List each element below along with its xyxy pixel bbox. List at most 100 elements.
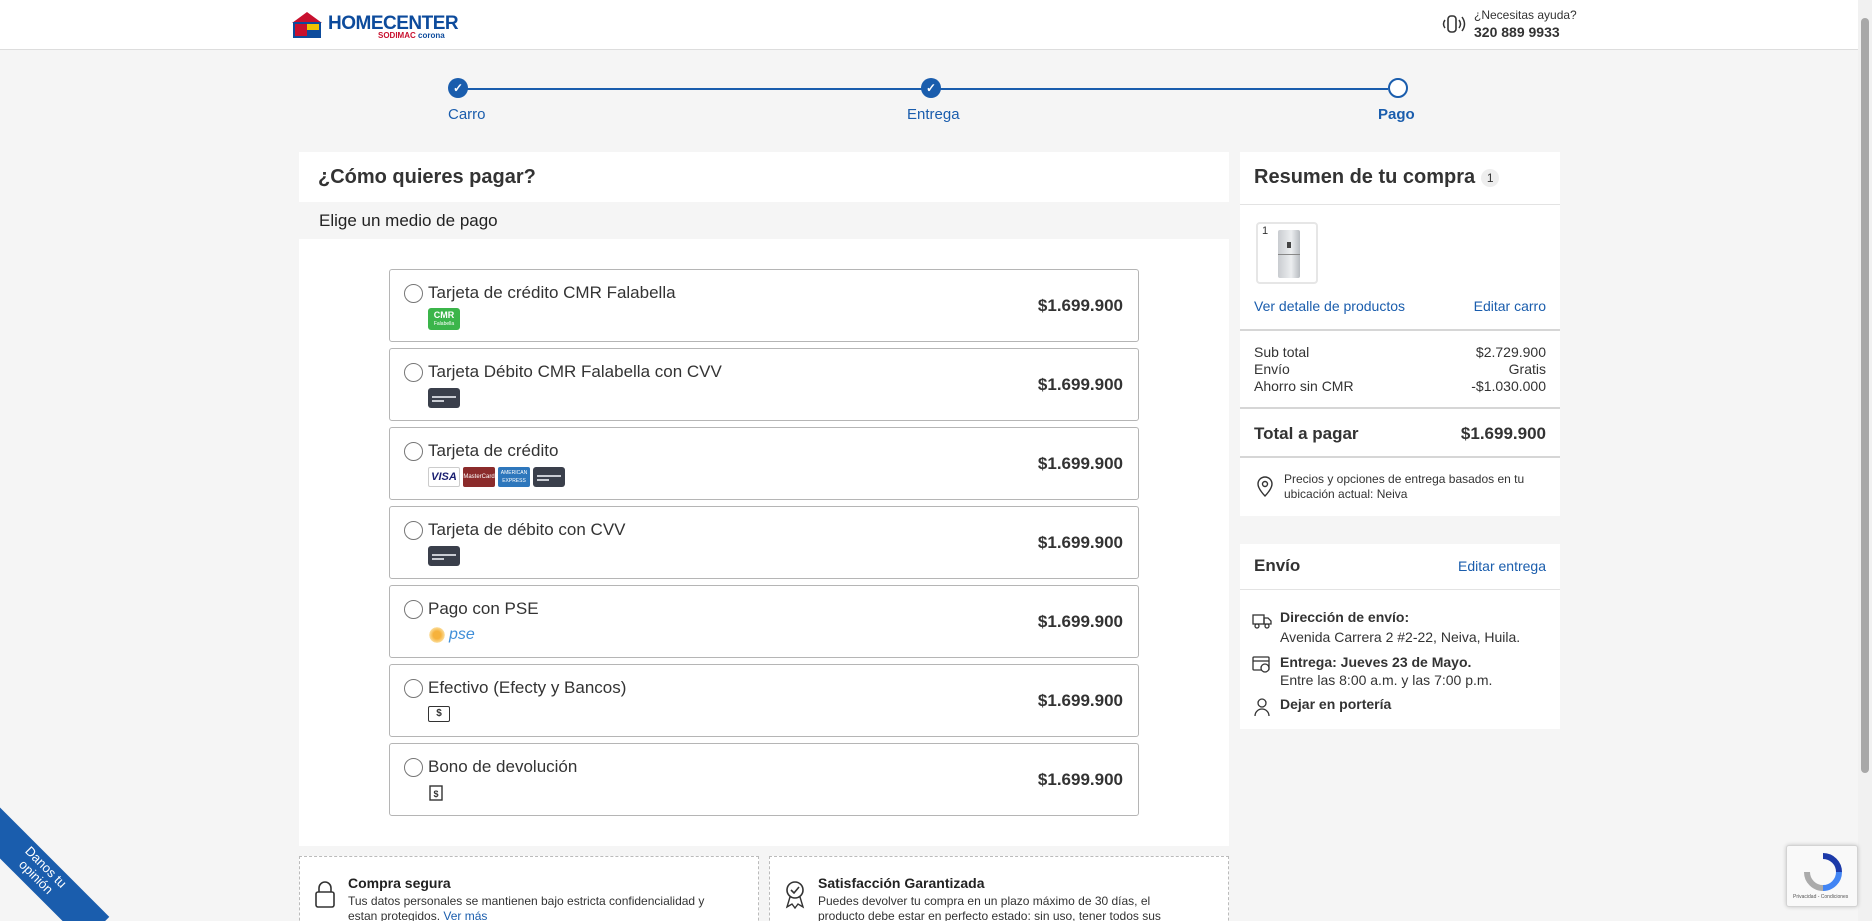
- subtotal-label: Sub total: [1254, 344, 1310, 360]
- logo-subbrand-sodimac: SODIMAC: [378, 31, 416, 40]
- logo-subbrand-corona: corona: [418, 31, 445, 40]
- feedback-ribbon[interactable]: Danos tu opinión: [0, 803, 110, 921]
- payment-subtitle: Elige un medio de pago: [319, 211, 498, 230]
- location-note: Precios y opciones de entrega basados en…: [1284, 472, 1554, 502]
- divider: [1240, 456, 1560, 458]
- help-phone-number[interactable]: 320 889 9933: [1474, 24, 1560, 40]
- person-icon: [1254, 698, 1270, 717]
- edit-cart-link[interactable]: Editar carro: [1474, 298, 1546, 314]
- savings-value: -$1.030.000: [1471, 378, 1546, 394]
- generic-card-icon: [533, 467, 565, 487]
- payment-option-debit-card[interactable]: Tarjeta de débito con CVV $1.699.900: [389, 506, 1139, 579]
- secure-purchase-title: Compra segura: [348, 875, 451, 891]
- summary-title: Resumen de tu compra 1: [1254, 166, 1500, 189]
- homecenter-logo[interactable]: HOMECENTER SODIMAC corona: [290, 11, 460, 40]
- divider: [1240, 329, 1560, 331]
- product-thumbnail[interactable]: 1: [1256, 222, 1318, 284]
- scrollbar-thumb[interactable]: [1861, 18, 1869, 773]
- truck-icon: [1252, 614, 1272, 629]
- phone-waves-icon: [1442, 15, 1466, 33]
- payment-option-price: $1.699.900: [1037, 454, 1123, 473]
- step-label-pago: Pago: [1378, 106, 1415, 123]
- voucher-icon: $: [429, 785, 443, 801]
- order-summary: Resumen de tu compra 1 1 Ver detalle de p…: [1240, 152, 1560, 516]
- calendar-clock-icon: [1252, 656, 1270, 673]
- cmr-icon-text: CMR: [433, 310, 455, 320]
- secure-purchase-text: Tus datos personales se mantienen bajo e…: [348, 894, 728, 921]
- house-logo-icon: [292, 12, 322, 38]
- subtotal-row: Sub total $2.729.900: [1254, 344, 1546, 360]
- step-pago-current-icon: [1388, 78, 1408, 98]
- secure-purchase-box: Compra segura Tus datos personales se ma…: [299, 856, 759, 921]
- location-city: Neiva: [1376, 487, 1408, 501]
- cash-icon: $: [428, 706, 450, 722]
- site-header: HOMECENTER SODIMAC corona ¿Necesitas ayu…: [0, 0, 1858, 50]
- shipping-row: Envío Gratis: [1254, 361, 1546, 377]
- step-label-entrega[interactable]: Entrega: [907, 106, 960, 123]
- badge-ribbon-icon: [785, 881, 805, 909]
- payment-option-label: Tarjeta de crédito CMR Falabella: [428, 283, 676, 302]
- generic-card-icon: [428, 388, 460, 408]
- payment-title-box: ¿Cómo quieres pagar?: [299, 152, 1229, 202]
- radio-button[interactable]: [404, 363, 423, 382]
- cmr-icon-subtext: Falabella: [433, 321, 455, 327]
- shipping-summary: Envío Editar entrega Dirección de envío:…: [1240, 544, 1560, 729]
- payment-option-label: Efectivo (Efecty y Bancos): [428, 678, 627, 697]
- summary-count-badge: 1: [1481, 168, 1500, 187]
- pse-icon: pse: [428, 624, 475, 646]
- payment-option-price: $1.699.900: [1037, 533, 1123, 552]
- summary-title-text: Resumen de tu compra: [1254, 166, 1476, 188]
- payment-option-label: Bono de devolución: [428, 757, 578, 776]
- recaptcha-terms[interactable]: Privacidad - Condiciones: [1793, 894, 1848, 900]
- see-more-link[interactable]: Ver más: [443, 909, 487, 921]
- payment-option-cmr-debit[interactable]: Tarjeta Débito CMR Falabella con CVV $1.…: [389, 348, 1139, 421]
- help-question: ¿Necesitas ayuda?: [1474, 8, 1577, 22]
- radio-button[interactable]: [404, 284, 423, 303]
- leave-at-reception: Dejar en portería: [1280, 696, 1392, 712]
- mastercard-icon: MasterCard: [463, 467, 495, 487]
- lock-icon: [315, 881, 335, 908]
- payment-option-voucher[interactable]: Bono de devolución $ $1.699.900: [389, 743, 1139, 816]
- recaptcha-logo-icon: [1804, 853, 1842, 891]
- radio-button[interactable]: [404, 600, 423, 619]
- step-carro-done-icon: ✓: [448, 78, 468, 98]
- shipping-label: Envío: [1254, 361, 1290, 377]
- shipping-title: Envío: [1254, 556, 1301, 575]
- payment-option-label: Tarjeta Débito CMR Falabella con CVV: [428, 362, 722, 381]
- visa-icon: VISA: [428, 467, 460, 487]
- payment-option-price: $1.699.900: [1037, 296, 1123, 315]
- divider: [1240, 407, 1560, 409]
- step-label-carro[interactable]: Carro: [448, 106, 486, 123]
- pse-wordmark: pse: [449, 626, 475, 643]
- radio-button[interactable]: [404, 679, 423, 698]
- payment-option-pse[interactable]: Pago con PSE pse $1.699.900: [389, 585, 1139, 658]
- payment-options-list: Tarjeta de crédito CMR Falabella CMR Fala…: [299, 239, 1229, 846]
- page-scrollbar[interactable]: [1858, 0, 1872, 921]
- location-pin-icon: [1257, 476, 1273, 497]
- shipping-value: Gratis: [1508, 361, 1546, 377]
- satisfaction-guarantee-box: Satisfacción Garantizada Puedes devolver…: [769, 856, 1229, 921]
- delivery-date: Entrega: Jueves 23 de Mayo.: [1280, 654, 1472, 670]
- shipping-address: Avenida Carrera 2 #2-22, Neiva, Huila.: [1280, 629, 1521, 645]
- payment-option-label: Tarjeta de débito con CVV: [428, 520, 626, 539]
- payment-option-price: $1.699.900: [1037, 691, 1123, 710]
- cmr-card-icon: CMR Falabella: [428, 308, 460, 330]
- payment-option-label: Pago con PSE: [428, 599, 539, 618]
- view-product-details-link[interactable]: Ver detalle de productos: [1254, 298, 1405, 314]
- recaptcha-badge[interactable]: Privacidad - Condiciones: [1786, 845, 1858, 907]
- product-quantity: 1: [1262, 225, 1269, 237]
- payment-option-price: $1.699.900: [1037, 612, 1123, 631]
- payment-option-cmr-credit[interactable]: Tarjeta de crédito CMR Falabella CMR Fala…: [389, 269, 1139, 342]
- payment-option-price: $1.699.900: [1037, 375, 1123, 394]
- satisfaction-title: Satisfacción Garantizada: [818, 875, 985, 891]
- radio-button[interactable]: [404, 521, 423, 540]
- step-entrega-done-icon: ✓: [921, 78, 941, 98]
- payment-option-cash[interactable]: Efectivo (Efecty y Bancos) $ $1.699.900: [389, 664, 1139, 737]
- page-title: ¿Cómo quieres pagar?: [318, 166, 536, 188]
- subtotal-value: $2.729.900: [1475, 344, 1546, 360]
- edit-delivery-link[interactable]: Editar entrega: [1458, 558, 1546, 574]
- payment-option-credit-card[interactable]: Tarjeta de crédito VISA MasterCard AMERI…: [389, 427, 1139, 500]
- radio-button[interactable]: [404, 758, 423, 777]
- radio-button[interactable]: [404, 442, 423, 461]
- checkout-stepper: ✓ ✓ Carro Entrega Pago: [448, 78, 1415, 128]
